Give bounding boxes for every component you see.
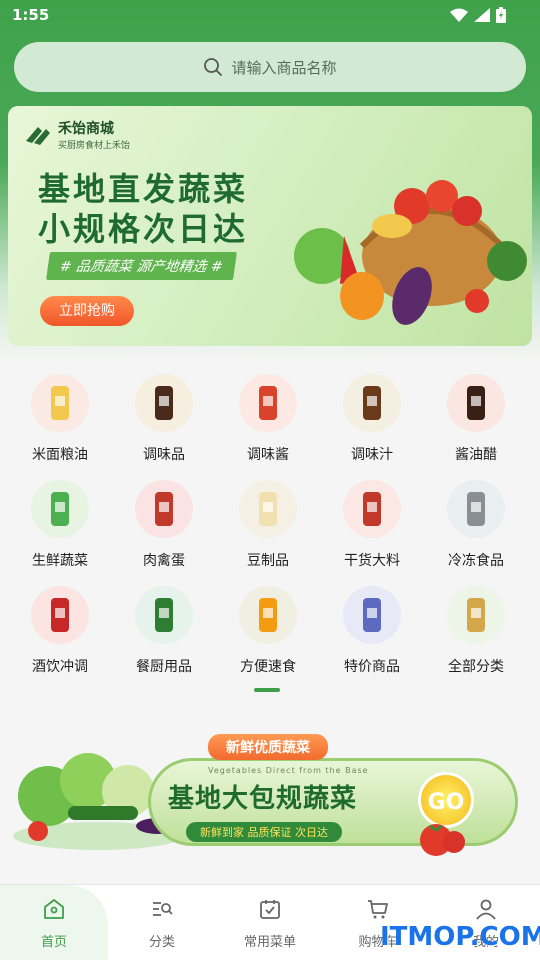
category-item[interactable]: 特价商品 [322,586,422,676]
category-item[interactable]: 酒饮冲调 [10,586,110,676]
category-label: 特价商品 [344,659,400,675]
category-item[interactable]: 餐厨用品 [114,586,214,676]
category-label: 调味汁 [351,447,393,463]
brand-subtitle: 买厨房食材上禾饴 [58,141,131,151]
soy-vinegar-icon [447,374,505,432]
category-label: 生鲜蔬菜 [32,553,88,569]
brand-logo: 禾饴商城 买厨房食材上禾饴 [24,118,130,151]
cart-icon [368,900,388,919]
category-label: 酱油醋 [455,447,497,463]
signal-icon [474,8,490,22]
promo-subtitle: 新鲜到家 品质保证 次日达 [186,822,342,842]
wifi-icon [450,8,468,22]
juice-icon [343,374,401,432]
category-item[interactable]: 调味酱 [218,374,318,464]
status-time: 1:55 [12,6,50,24]
vegetable-basket-illustration [294,180,527,325]
category-item[interactable]: 米面粮油 [10,374,110,464]
all-categories-icon [447,586,505,644]
page-indicator [254,688,280,692]
brand-mark-icon [26,126,50,145]
promo-pill: 新鲜优质蔬菜 [208,734,328,760]
status-icons [450,7,506,23]
category-item[interactable]: 肉禽蛋 [114,480,214,570]
tab-home[interactable]: 首页 [0,885,108,960]
kitchen-icon [135,586,193,644]
category-label: 米面粮油 [32,447,88,463]
buy-now-button[interactable]: 立即抢购 [40,296,134,326]
hero-banner[interactable]: 禾饴商城 买厨房食材上禾饴 基地直发蔬菜 小规格次日达 # 品质蔬菜 源产地精选… [8,106,532,346]
category-item[interactable]: 干货大料 [322,480,422,570]
category-item[interactable]: 调味汁 [322,374,422,464]
promo-english: Vegetables Direct from the Base [208,766,369,775]
tab-category[interactable]: 分类 [108,885,216,960]
spice-icon [343,480,401,538]
tomato-icon [420,824,465,856]
category-item[interactable]: 生鲜蔬菜 [10,480,110,570]
category-label: 豆制品 [247,553,289,569]
promo-banner[interactable]: 新鲜优质蔬菜 Vegetables Direct from the Base 基… [8,732,532,860]
category-item[interactable]: 调味品 [114,374,214,464]
tab-label-category: 分类 [148,935,175,950]
category-item[interactable]: 方便速食 [218,586,318,676]
tofu-icon [239,480,297,538]
category-label: 肉禽蛋 [143,553,185,569]
category-label: 干货大料 [344,553,400,569]
discount-icon [343,586,401,644]
category-label: 调味品 [143,447,185,463]
category-label: 酒饮冲调 [32,659,88,675]
frozen-fish-icon [447,480,505,538]
category-item[interactable]: 酱油醋 [426,374,526,464]
instant-food-icon [239,586,297,644]
watermark: ITMOP.COM [380,922,540,952]
tab-menu[interactable]: 常用菜单 [216,885,324,960]
search-icon [204,58,223,76]
promo-title: 基地大包规蔬菜 [168,784,358,814]
category-item[interactable]: 冷冻食品 [426,480,526,570]
category-label: 冷冻食品 [448,553,504,569]
category-label: 餐厨用品 [136,659,192,675]
category-search-icon [153,902,173,916]
category-grid: 米面粮油 调味品 调味酱 调味汁 酱油醋生鲜蔬菜 肉禽蛋 豆制品 干货大料 冷冻食品酒饮冲调 餐厨… [0,366,540,696]
home-icon [44,899,64,919]
banner-headline-2: 小规格次日达 [38,210,249,248]
category-label: 全部分类 [448,659,504,675]
search-placeholder: 请输入商品名称 [231,58,337,77]
battery-icon [496,7,506,23]
category-label: 方便速食 [240,659,296,675]
tab-label-home: 首页 [40,935,67,950]
liquor-icon [31,586,89,644]
category-item[interactable]: 全部分类 [426,586,526,676]
user-icon [476,899,496,920]
oil-icon [31,374,89,432]
vegetable-icon [31,480,89,538]
status-bar: 1:55 [0,0,540,32]
seasoning-icon [135,374,193,432]
meat-icon [135,480,193,538]
banner-tagline: # 品质蔬菜 源产地精选 # [46,252,237,280]
category-item[interactable]: 豆制品 [218,480,318,570]
sauce-icon [239,374,297,432]
category-label: 调味酱 [247,447,289,463]
search-bar[interactable]: 请输入商品名称 [14,42,526,92]
calendar-check-icon [260,900,280,919]
brand-name: 禾饴商城 [58,121,114,137]
tab-label-menu: 常用菜单 [243,935,296,950]
